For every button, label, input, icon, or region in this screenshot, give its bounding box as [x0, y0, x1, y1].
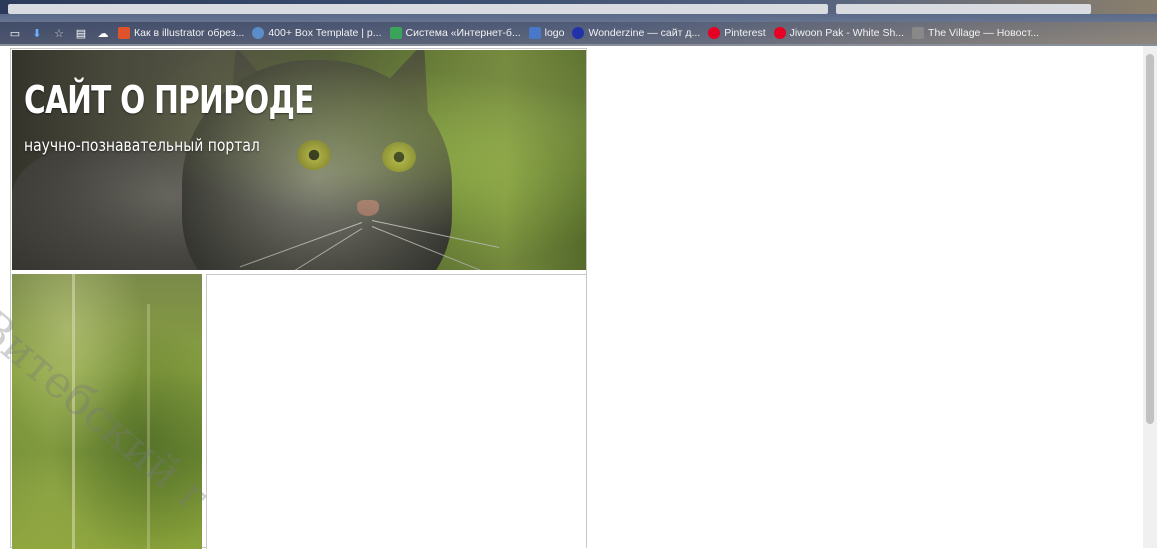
tab-bar-pill-right[interactable] [836, 4, 1091, 14]
illustrator-icon [118, 27, 130, 39]
bookmark-label: Система «Интернет-б... [405, 27, 521, 39]
logo-icon [528, 27, 541, 39]
site-subtitle: научно-познавательный портал [24, 136, 260, 156]
bookmark-item[interactable]: Wonderzine — сайт д... [572, 27, 700, 39]
bookmark-label: Pinterest [724, 27, 766, 39]
bookmark-item[interactable]: Система «Интернет-б... [389, 27, 521, 39]
star-icon[interactable]: ☆ [52, 26, 66, 40]
grass-stem [147, 304, 150, 549]
bookmark-label: Как в illustrator обрез... [134, 27, 245, 39]
download-icon[interactable]: ⬇ [30, 26, 44, 40]
bookmark-item[interactable]: Jiwoon Pak - White Sh... [773, 27, 905, 39]
bookmark-item[interactable]: The Village — Новост... [912, 27, 1039, 39]
box-template-icon [252, 27, 265, 39]
grass-stem [72, 274, 75, 549]
pinterest-icon [708, 27, 721, 39]
browser-top-bar: ▭ ⬇ ☆ ▤ ☁ Как в illustrator обрез... 400… [0, 0, 1157, 46]
sidebar-background [12, 274, 202, 549]
hero-banner: САЙТ О ПРИРОДЕ научно-познавательный пор… [12, 50, 586, 270]
vertical-scrollbar[interactable] [1143, 46, 1157, 548]
tab-strip [0, 0, 1157, 14]
sidebar-image [12, 274, 202, 549]
bookmark-item[interactable]: 400+ Box Template | p... [252, 27, 382, 39]
scrollbar-thumb[interactable] [1146, 54, 1154, 424]
bookmark-label: Jiwoon Pak - White Sh... [789, 27, 905, 39]
clipboard-icon[interactable]: ▤ [74, 26, 88, 40]
site-title[interactable]: САЙТ О ПРИРОДЕ [24, 78, 314, 122]
bookmark-label: Wonderzine — сайт д... [588, 27, 701, 39]
bookmark-item[interactable]: logo [528, 27, 565, 39]
bookmark-label: logo [544, 27, 565, 39]
bank-icon [389, 27, 402, 39]
village-icon [912, 27, 925, 39]
cloud-icon[interactable]: ☁ [96, 26, 110, 40]
wonderzine-icon [572, 27, 585, 39]
tab-bar-pill[interactable] [8, 4, 828, 14]
window-icon[interactable]: ▭ [8, 26, 22, 40]
bookmark-item[interactable]: Pinterest [708, 27, 766, 39]
bookmark-item[interactable]: Как в illustrator обрез... [118, 27, 244, 39]
main-content-area [206, 274, 586, 549]
bookmark-label: 400+ Box Template | p... [268, 27, 382, 39]
site-page: САЙТ О ПРИРОДЕ научно-познавательный пор… [10, 48, 587, 549]
bookmarks-bar: ▭ ⬇ ☆ ▤ ☁ Как в illustrator обрез... 400… [0, 22, 1157, 44]
bookmark-label: The Village — Новост... [928, 27, 1040, 39]
pinterest-icon [773, 27, 786, 39]
